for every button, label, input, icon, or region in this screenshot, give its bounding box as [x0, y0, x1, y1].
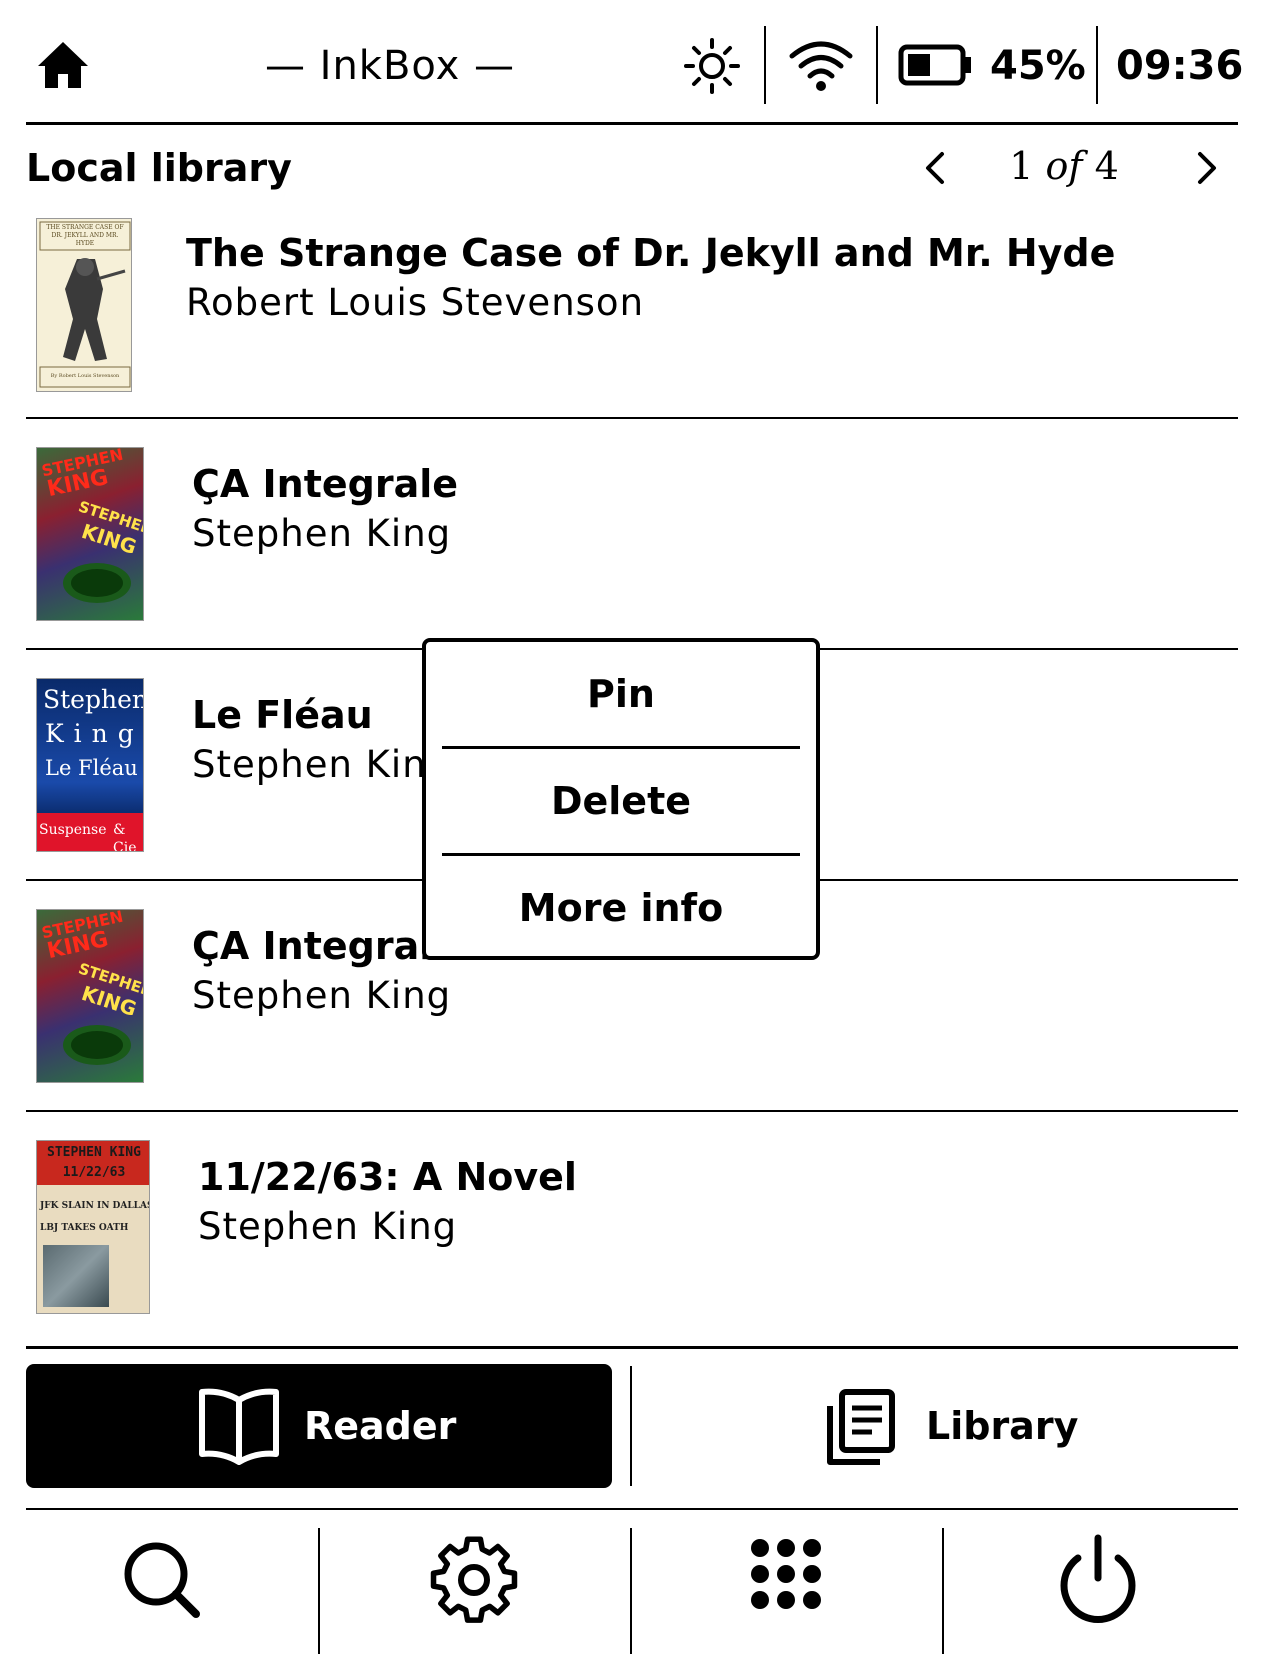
cover-author: King: [45, 719, 144, 748]
cover-headline: LBJ TAKES OATH: [40, 1223, 129, 1233]
book-info: Le Fléau Stephen King: [192, 690, 451, 790]
open-book-icon: [199, 1388, 279, 1465]
cover-title: 11/22/63: [62, 1165, 126, 1180]
apps-button[interactable]: [736, 1530, 836, 1630]
toolbar-rule: [26, 1508, 1238, 1510]
header-rule: [26, 122, 1238, 125]
previous-page-button[interactable]: [912, 146, 960, 190]
book-cover: STEPHEN KING STEPHEN KING: [36, 447, 144, 621]
book-author: Stephen King: [198, 1205, 458, 1248]
tab-divider: [630, 1366, 632, 1486]
book-title: ÇA Integrale: [192, 462, 459, 506]
power-icon: [1060, 1534, 1136, 1623]
wifi-icon[interactable]: [788, 38, 854, 94]
cover-band: Suspense & Cie: [37, 813, 143, 852]
tabs-rule: [26, 1346, 1238, 1349]
book-title: Le Fléau: [192, 693, 373, 737]
book-title: The Strange Case of Dr. Jekyll and Mr. H…: [186, 231, 1116, 275]
apps-icon: [751, 1539, 821, 1609]
settings-button[interactable]: [424, 1530, 524, 1630]
cover-author: STEPHEN KING: [47, 1145, 141, 1160]
app-title: — InkBox —: [264, 43, 516, 89]
status-divider: [764, 26, 766, 104]
book-info: ÇA Integrale Stephen King: [192, 459, 458, 559]
next-page-button[interactable]: [1182, 146, 1230, 190]
cover-text: THE STRANGE CASE OF DR. JEKYLL AND MR. H…: [46, 224, 124, 247]
book-context-menu: Pin Delete More info: [422, 638, 820, 960]
more-info-menu-item[interactable]: More info: [426, 856, 816, 960]
book-title: 11/22/63: A Novel: [198, 1155, 577, 1199]
tab-reader[interactable]: Reader: [26, 1364, 612, 1488]
power-button[interactable]: [1048, 1530, 1148, 1630]
cover-title: Le Fléau: [45, 756, 138, 780]
book-info: The Strange Case of Dr. Jekyll and Mr. H…: [186, 228, 1115, 328]
status-divider: [1096, 26, 1098, 104]
book-title: ÇA Integrale: [192, 924, 459, 968]
book-author: Stephen King: [192, 974, 452, 1017]
book-cover: Stephen King Le Fléau Suspense & Cie: [36, 678, 144, 852]
cover-author: Stephen: [43, 685, 144, 714]
book-info: 11/22/63: A Novel Stephen King: [198, 1152, 577, 1252]
book-row[interactable]: THE STRANGE CASE OF DR. JEKYLL AND MR. H…: [26, 190, 1238, 419]
page-of: of: [1045, 144, 1083, 188]
search-icon: [124, 1542, 200, 1618]
book-cover: STEPHEN KING STEPHEN KING: [36, 909, 144, 1083]
book-author: Stephen King: [192, 743, 452, 786]
page-total: 4: [1094, 144, 1119, 188]
tab-library-label: Library: [926, 1404, 1079, 1448]
cover-headline: JFK SLAIN IN DALLAS,: [40, 1201, 150, 1211]
tab-library[interactable]: Library: [650, 1364, 1238, 1488]
book-row[interactable]: STEPHEN KING 11/22/63 JFK SLAIN IN DALLA…: [26, 1114, 1238, 1343]
status-divider: [876, 26, 878, 104]
toolbar-divider: [318, 1528, 320, 1654]
brightness-icon[interactable]: [682, 36, 742, 96]
status-bar: — InkBox — 45% 09:36: [0, 0, 1264, 124]
cover-text: By Robert Louis Stevenson: [50, 373, 120, 379]
clock: 09:36: [1116, 43, 1244, 89]
tab-reader-label: Reader: [304, 1404, 457, 1448]
search-button[interactable]: [112, 1530, 212, 1630]
settings-icon: [430, 1536, 518, 1623]
chevron-right-icon: [1198, 152, 1216, 184]
book-author: Stephen King: [192, 512, 452, 555]
battery-icon: [898, 44, 974, 86]
delete-menu-item[interactable]: Delete: [426, 749, 816, 853]
battery-percentage: 45%: [990, 43, 1086, 89]
cover-photo: [43, 1245, 109, 1307]
page-indicator: 1 of 4: [990, 140, 1138, 192]
book-row[interactable]: STEPHEN KING STEPHEN KING ÇA Integrale S…: [26, 421, 1238, 650]
page-current: 1: [1009, 144, 1034, 188]
page-title: Local library: [26, 146, 292, 190]
home-icon[interactable]: [34, 36, 92, 94]
library-icon: [827, 1389, 895, 1465]
toolbar-divider: [630, 1528, 632, 1654]
book-author: Robert Louis Stevenson: [186, 281, 645, 324]
pin-menu-item[interactable]: Pin: [426, 642, 816, 746]
toolbar-divider: [942, 1528, 944, 1654]
cover-band-text: & Cie: [113, 822, 137, 852]
chevron-left-icon: [926, 152, 944, 184]
book-cover: STEPHEN KING 11/22/63 JFK SLAIN IN DALLA…: [36, 1140, 150, 1314]
book-info: ÇA Integrale Stephen King: [192, 921, 458, 1021]
book-cover: THE STRANGE CASE OF DR. JEKYLL AND MR. H…: [36, 218, 132, 392]
cover-band-text: Suspense: [39, 822, 107, 838]
